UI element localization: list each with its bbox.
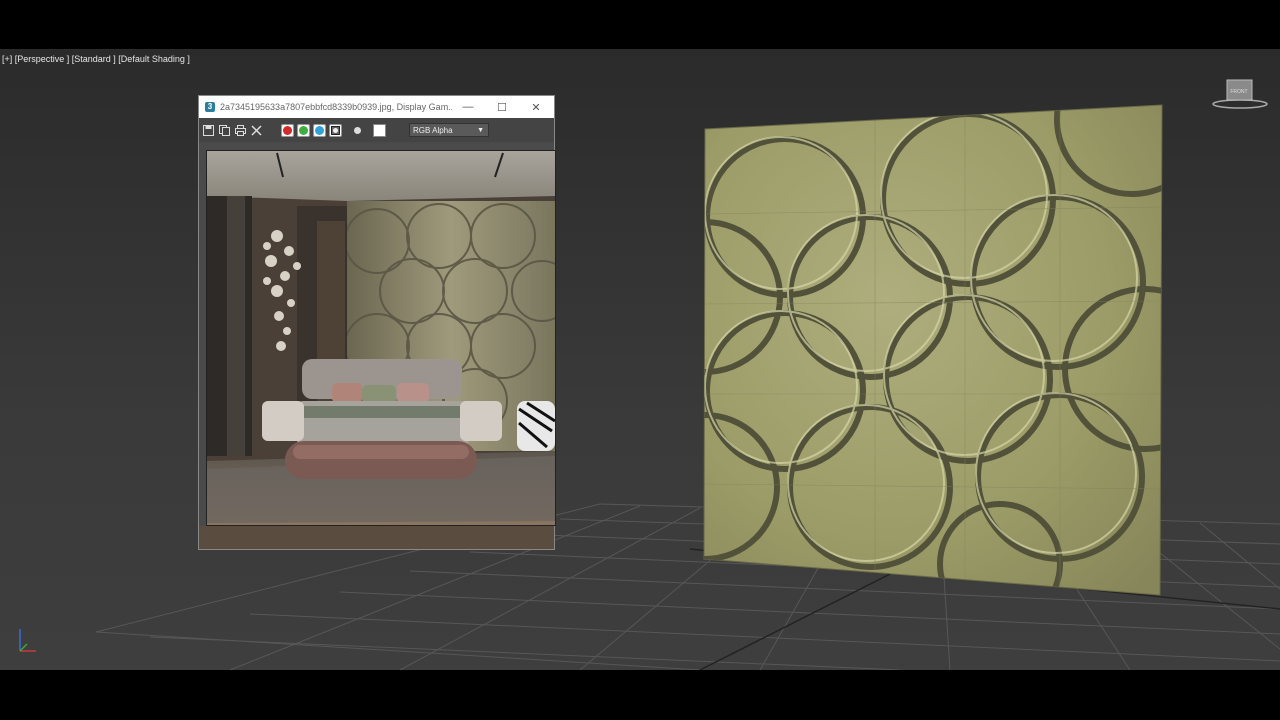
dropdown-caret-icon: ▼	[477, 127, 484, 134]
copy-icon[interactable]	[218, 124, 231, 137]
color-swatch[interactable]	[373, 123, 386, 137]
blue-dot-icon	[315, 125, 324, 135]
channel-display-select[interactable]: RGB Alpha ▼	[409, 123, 489, 137]
alpha-channel-toggle[interactable]	[329, 123, 342, 137]
minimize-button[interactable]: —	[451, 96, 485, 118]
print-icon[interactable]	[234, 124, 247, 137]
image-bottom-strip	[199, 526, 554, 549]
save-icon[interactable]	[202, 124, 215, 137]
maximize-button[interactable]: ☐	[485, 96, 519, 118]
red-channel-toggle[interactable]	[281, 123, 294, 137]
wall-panel-3d[interactable]	[0, 49, 1280, 670]
close-button[interactable]: ✕	[519, 96, 553, 118]
rendered-bedroom-image	[206, 150, 556, 526]
clear-icon[interactable]	[250, 124, 263, 137]
app-logo-icon: 3	[205, 102, 215, 112]
viewer-title: 2a7345195633a7807ebbfcd8339b0939.jpg, Di…	[220, 102, 452, 112]
viewport-label[interactable]: [+] [Perspective ] [Standard ] [Default …	[2, 54, 190, 64]
viewer-toolbar: RGB Alpha ▼	[199, 118, 554, 142]
alpha-icon	[331, 125, 340, 135]
green-dot-icon	[299, 125, 308, 135]
perspective-viewport[interactable]: [+] [Perspective ] [Standard ] [Default …	[0, 49, 1280, 670]
red-dot-icon	[283, 125, 292, 135]
viewer-titlebar[interactable]: 3 2a7345195633a7807ebbfcd8339b0939.jpg, …	[199, 96, 554, 118]
mono-icon[interactable]	[351, 124, 364, 137]
blue-channel-toggle[interactable]	[313, 123, 326, 137]
green-channel-toggle[interactable]	[297, 123, 310, 137]
channel-display-value: RGB Alpha	[413, 126, 453, 135]
viewcube-face-label: FRONT	[1230, 89, 1247, 95]
image-viewer-window[interactable]: 3 2a7345195633a7807ebbfcd8339b0939.jpg, …	[198, 95, 556, 550]
viewcube-icon[interactable]: FRONT	[1210, 77, 1270, 113]
axis-tripod-icon	[19, 629, 36, 652]
